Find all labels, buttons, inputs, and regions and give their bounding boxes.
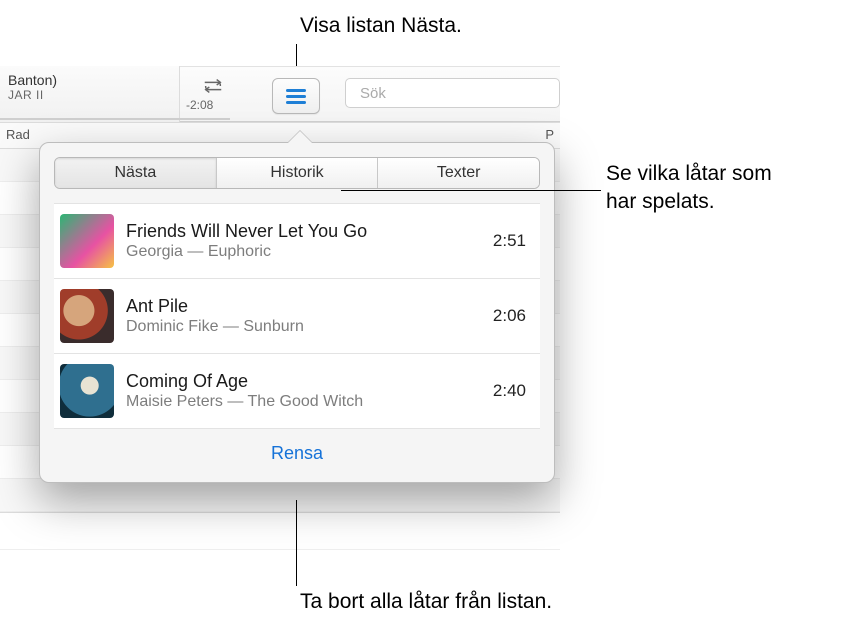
tab-lyrics[interactable]: Texter bbox=[378, 158, 539, 188]
now-playing-subtitle: JAR II bbox=[8, 88, 171, 102]
annotation-bottom-leader bbox=[296, 500, 297, 586]
now-playing-title: Banton) bbox=[8, 72, 171, 88]
clear-row: Rensa bbox=[54, 429, 540, 464]
album-art bbox=[60, 214, 114, 268]
segmented-control: Nästa Historik Texter bbox=[54, 157, 540, 189]
track-meta: Ant Pile Dominic Fike — Sunburn bbox=[126, 295, 481, 338]
album-art bbox=[60, 364, 114, 418]
list-row[interactable] bbox=[0, 512, 560, 550]
track-duration: 2:40 bbox=[493, 381, 532, 401]
up-next-button[interactable] bbox=[272, 78, 320, 114]
track-row[interactable]: Friends Will Never Let You Go Georgia — … bbox=[54, 204, 540, 279]
list-row[interactable] bbox=[0, 479, 560, 512]
track-title: Ant Pile bbox=[126, 295, 481, 318]
up-next-track-list: Friends Will Never Let You Go Georgia — … bbox=[54, 203, 540, 429]
tab-next[interactable]: Nästa bbox=[55, 158, 217, 188]
annotation-right-line1: Se vilka låtar som bbox=[606, 160, 772, 188]
track-meta: Coming Of Age Maisie Peters — The Good W… bbox=[126, 370, 481, 413]
now-playing-display: Banton) JAR II bbox=[0, 66, 180, 122]
track-row[interactable]: Coming Of Age Maisie Peters — The Good W… bbox=[54, 354, 540, 429]
annotation-top: Visa listan Nästa. bbox=[300, 14, 462, 38]
track-duration: 2:51 bbox=[493, 231, 532, 251]
track-duration: 2:06 bbox=[493, 306, 532, 326]
track-row[interactable]: Ant Pile Dominic Fike — Sunburn 2:06 bbox=[54, 279, 540, 354]
album-art bbox=[60, 289, 114, 343]
track-subtitle: Georgia — Euphoric bbox=[126, 242, 481, 262]
repeat-button[interactable] bbox=[196, 74, 230, 98]
search-field[interactable] bbox=[345, 78, 560, 108]
track-subtitle: Maisie Peters — The Good Witch bbox=[126, 392, 481, 412]
col-header-left: Rad bbox=[6, 127, 30, 144]
annotation-right: Se vilka låtar som har spelats. bbox=[606, 160, 772, 217]
annotation-right-leader bbox=[341, 190, 601, 191]
clear-button[interactable]: Rensa bbox=[271, 443, 323, 463]
progress-bar[interactable] bbox=[0, 118, 230, 120]
tab-history[interactable]: Historik bbox=[217, 158, 379, 188]
track-meta: Friends Will Never Let You Go Georgia — … bbox=[126, 220, 481, 263]
track-title: Coming Of Age bbox=[126, 370, 481, 393]
up-next-popover: Nästa Historik Texter Friends Will Never… bbox=[39, 142, 555, 483]
track-title: Friends Will Never Let You Go bbox=[126, 220, 481, 243]
track-subtitle: Dominic Fike — Sunburn bbox=[126, 317, 481, 337]
annotation-bottom: Ta bort alla låtar från listan. bbox=[300, 590, 552, 614]
search-input[interactable] bbox=[360, 85, 559, 102]
time-remaining: -2:08 bbox=[186, 98, 213, 112]
repeat-icon bbox=[202, 77, 224, 95]
list-icon bbox=[284, 87, 308, 105]
annotation-right-line2: har spelats. bbox=[606, 188, 772, 216]
